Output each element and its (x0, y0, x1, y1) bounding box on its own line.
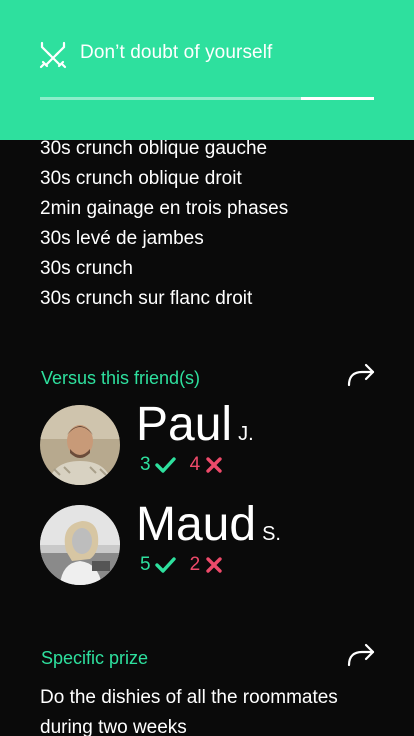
losses-count: 4 (190, 454, 226, 476)
score: 3 4 (140, 454, 225, 476)
friend-initial: J. (238, 423, 254, 445)
friend-name: Maud S. (136, 501, 281, 549)
friend-first-name: Maud (136, 498, 257, 551)
friend-initial: S. (262, 523, 281, 545)
prize-section-title: Specific prize (41, 648, 149, 668)
challenge-title: Don’t doubt of yourself (80, 42, 273, 63)
check-icon (154, 557, 176, 573)
versus-section-title: Versus this friend(s) (41, 368, 201, 388)
friend-row[interactable]: Paul J. 3 4 (40, 401, 380, 485)
losses-count: 2 (190, 554, 226, 576)
losses-value: 2 (189, 554, 201, 575)
prize-description: Do the dishies of all the roommates duri… (40, 687, 338, 736)
exercise-item: 30s levé de jambes (40, 228, 204, 249)
check-icon (154, 457, 176, 473)
progress-bar-fill (301, 97, 374, 100)
wins-value: 5 (140, 554, 151, 575)
avatar (40, 405, 120, 485)
friend-row[interactable]: Maud S. 5 2 (40, 501, 380, 585)
friend-name: Paul J. (136, 401, 254, 449)
exercise-list: 30s crunch oblique gauche 30s crunch obl… (40, 134, 288, 314)
cross-icon (206, 457, 222, 473)
exercise-item: 30s crunch oblique droit (40, 168, 242, 189)
wins-count: 3 (140, 454, 176, 476)
score: 5 2 (140, 554, 225, 576)
wins-value: 3 (140, 454, 151, 475)
exercise-item: 30s crunch sur flanc droit (40, 288, 253, 309)
exercise-item: 30s crunch (40, 258, 133, 279)
friend-first-name: Paul (136, 398, 233, 451)
wins-count: 5 (140, 554, 176, 576)
share-icon[interactable] (346, 362, 376, 388)
crossed-swords-icon (39, 41, 67, 69)
progress-bar (40, 97, 374, 100)
avatar (40, 505, 120, 585)
exercise-item: 2min gainage en trois phases (40, 198, 289, 219)
losses-value: 4 (189, 454, 201, 475)
cross-icon (206, 557, 222, 573)
share-icon[interactable] (346, 642, 376, 668)
header-bar: Don’t doubt of yourself (0, 0, 414, 140)
